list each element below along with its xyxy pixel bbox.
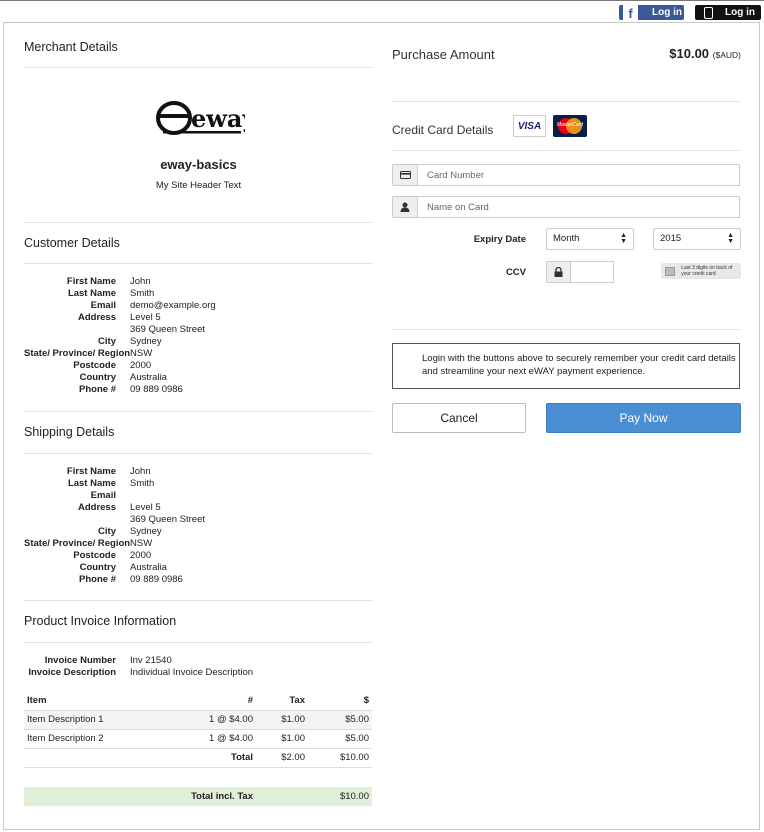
detail-row: Address Level 5 [77, 502, 161, 513]
visa-logo-icon: VISA [513, 115, 546, 137]
name-on-card-field [392, 196, 740, 218]
card-number-field [392, 164, 740, 186]
table-header-row: Item # Tax $ [24, 691, 372, 710]
purchase-amount-value: $10.00 [669, 46, 710, 61]
detail-row: Email demo@example.org [90, 300, 216, 311]
grand-total-row: Total incl. Tax $10.00 [24, 787, 372, 806]
detail-row: Country Australia [79, 562, 167, 573]
table-row: Item Description 1 1 @ $4.00 $1.00 $5.00 [24, 709, 372, 729]
divider [392, 329, 741, 330]
column-header-amount: $ [363, 694, 369, 706]
cancel-button[interactable]: Cancel [392, 403, 526, 433]
shipping-details-list: First Name John Last Name Smith Email Addr… [24, 466, 373, 586]
user-icon [392, 196, 418, 218]
mobile-login-button[interactable]: Log in [695, 5, 761, 20]
card-number-input[interactable] [418, 164, 740, 186]
detail-row: Postcode 2000 [73, 550, 152, 561]
column-header-qty: # [247, 694, 253, 706]
facebook-login-label: Log in [652, 7, 682, 18]
merchant-name: eway-basics [160, 157, 237, 172]
detail-row: Last Name Smith [67, 478, 155, 489]
detail-row: State/ Province/ Region NSW [24, 348, 153, 359]
expiry-month-select[interactable]: Month ▲ ▼ [546, 228, 634, 250]
ccv-hint: Last 3 digits on back of your credit car… [661, 263, 741, 279]
credit-card-details-title: Credit Card Details [392, 123, 494, 137]
divider [24, 263, 373, 264]
credit-card-icon [392, 164, 418, 186]
expiry-year-select[interactable]: 2015 ▲ ▼ [653, 228, 741, 250]
detail-row: City Sydney [98, 336, 162, 347]
invoice-details-list: Invoice Number Inv 21540 Invoice Descript… [24, 655, 373, 679]
payment-page: Merchant Details eway eway-basics My Sit… [3, 22, 760, 830]
detail-row: Email [90, 490, 116, 501]
detail-row: Phone #09 889 0986 [79, 574, 183, 585]
table-row: Item Description 2 1 @ $4.00 $1.00 $5.00 [24, 728, 372, 748]
column-header-item: Item [27, 694, 47, 706]
shipping-details-title: Shipping Details [24, 425, 115, 439]
detail-row: Postcode 2000 [73, 360, 152, 371]
detail-row: 369 Queen Street [130, 324, 205, 335]
expiry-date-label: Expiry Date [473, 234, 526, 245]
detail-row: Phone #09 889 0986 [79, 384, 183, 395]
ccv-label: CCV [505, 267, 526, 278]
invoice-info-title: Product Invoice Information [24, 614, 177, 628]
facebook-login-button[interactable]: f Log in [619, 5, 684, 20]
select-arrows-icon: ▲ ▼ [727, 232, 734, 245]
detail-row: Invoice Number Inv 21540 [44, 655, 172, 666]
top-bar: f Log in Log in [0, 0, 764, 22]
purchase-amount: $10.00 ($AUD) [669, 46, 741, 61]
divider [24, 642, 373, 643]
detail-row: First Name John [66, 276, 151, 287]
card-back-icon [665, 266, 676, 276]
detail-row: State/ Province/ Region NSW [24, 538, 153, 549]
divider [24, 453, 373, 454]
lock-icon [546, 261, 571, 283]
detail-row: Address Level 5 [77, 312, 161, 323]
divider [24, 67, 373, 68]
customer-details-list: First Name John Last Name Smith Email demo@… [24, 276, 373, 396]
name-on-card-input[interactable] [418, 196, 740, 218]
grand-total-label: Total incl. Tax [191, 791, 253, 802]
merchant-details-title: Merchant Details [24, 40, 118, 54]
detail-row: First Name John [66, 466, 151, 477]
divider [392, 150, 741, 151]
divider [24, 222, 373, 223]
purchase-currency: ($AUD) [712, 50, 741, 60]
svg-text:eway: eway [191, 104, 245, 133]
column-header-tax: Tax [289, 694, 305, 706]
select-arrows-icon: ▲ ▼ [620, 232, 627, 245]
login-info-message: Login with the buttons above to securely… [392, 343, 740, 389]
merchant-header-text: My Site Header Text [155, 180, 242, 191]
divider [24, 767, 372, 768]
detail-row: Last Name Smith [67, 288, 155, 299]
divider [392, 101, 741, 102]
detail-row: 369 Queen Street [130, 514, 205, 525]
pay-now-button[interactable]: Pay Now [546, 403, 741, 433]
ccv-input[interactable] [571, 261, 614, 283]
divider [24, 600, 373, 601]
facebook-icon: f [623, 5, 638, 20]
grand-total-amount: $10.00 [339, 791, 369, 802]
invoice-items-table: Item # Tax $ Item Description 1 1 @ $4.0… [24, 691, 372, 767]
eway-logo: eway [156, 101, 245, 135]
detail-row: Invoice Description Individual Invoice De… [28, 667, 254, 678]
customer-details-title: Customer Details [24, 236, 120, 250]
mobile-login-label: Log in [725, 7, 755, 18]
table-total-row: Total $2.00 $10.00 [24, 747, 372, 767]
purchase-amount-title: Purchase Amount [392, 47, 495, 62]
divider [24, 411, 373, 412]
mastercard-logo-icon: MasterCard [553, 115, 587, 137]
detail-row: Country Australia [79, 372, 167, 383]
detail-row: City Sydney [98, 526, 162, 537]
phone-icon [704, 6, 713, 19]
